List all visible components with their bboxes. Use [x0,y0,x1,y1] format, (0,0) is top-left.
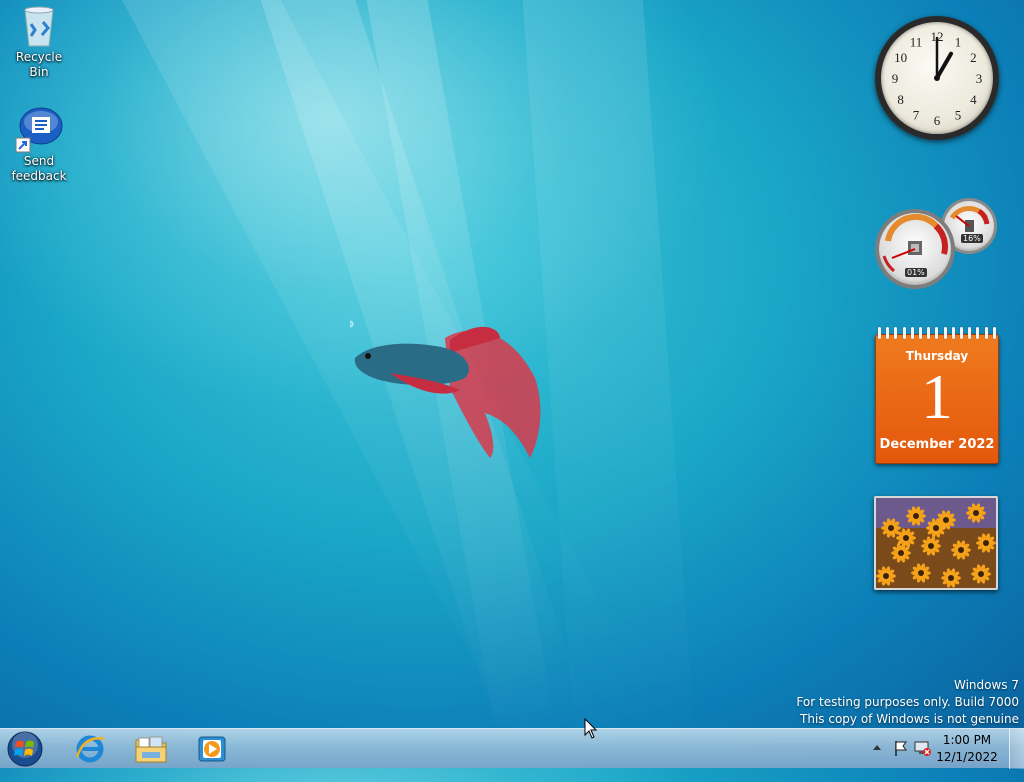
desktop-icon-label: Recycle Bin [15,50,63,79]
network-icon[interactable] [914,739,932,757]
clock-hour-hand [935,51,953,80]
calendar-rings [878,327,996,339]
cpu-gauge [875,209,955,289]
taskbar-clock[interactable]: 1:00 PM 12/1/2022 [932,732,1002,766]
clock-numeral: 1 [955,35,962,50]
clock-numeral: 3 [976,71,983,86]
taskbar-media-player[interactable] [184,731,240,767]
clock-numeral: 7 [913,107,920,122]
show-desktop-button[interactable] [1009,729,1024,769]
clock-numeral: 11 [910,35,923,50]
calendar-date: 1 [921,361,953,432]
internet-explorer-icon [75,735,105,763]
folder-icon [135,736,167,763]
mouse-cursor [584,718,598,739]
memory-percent-label: 16% [961,234,983,243]
desktop-icon-label: Send feedback [11,154,67,183]
taskbar-time: 1:00 PM [942,733,992,747]
taskbar: 1:00 PM 12/1/2022 [0,728,1024,769]
clock-numeral: 5 [955,107,962,122]
desktop-icon-send-feedback[interactable]: Send feedback [3,106,75,184]
calendar-gadget[interactable]: Thursday 1 December 2022 [875,327,999,464]
action-center-flag-icon[interactable] [892,739,910,757]
clock-gadget[interactable]: 12 1 2 3 4 5 6 7 8 9 10 11 [875,16,999,140]
show-hidden-icons-arrow[interactable] [868,739,886,757]
windows-orb-icon [7,731,43,767]
cpu-meter-gadget[interactable]: 16% 01% [874,196,1000,292]
taskbar-date: 12/1/2022 [936,750,998,764]
memory-chip-icon [965,220,974,232]
cpu-percent-label: 01% [905,268,927,277]
clock-face: 12 1 2 3 4 5 6 7 8 9 10 11 [875,16,999,140]
clock-numeral: 9 [892,71,899,86]
orange-flowers-photo [876,498,996,588]
media-player-icon [198,736,226,762]
slideshow-gadget[interactable] [874,496,998,590]
feedback-icon [15,106,63,153]
calendar-month-year: December 2022 [879,437,995,452]
clock-numeral: 4 [970,92,977,107]
clock-numeral: 2 [970,50,977,65]
clock-numeral: 8 [897,92,904,107]
betta-fish-wallpaper [350,320,541,458]
clock-numeral: 6 [934,113,941,128]
watermark-build: For testing purposes only. Build 7000 [796,695,1019,709]
desktop[interactable]: { "desktop": { "icons": [ { "label": "Re… [0,0,1024,782]
system-tray: 1:00 PM 12/1/2022 [854,729,1024,769]
taskbar-windows-explorer[interactable] [123,731,179,767]
recycle-bin-icon [15,2,63,48]
start-button[interactable] [5,730,45,768]
watermark-genuine: This copy of Windows is not genuine [800,712,1019,726]
desktop-icon-recycle-bin[interactable]: Recycle Bin [3,2,75,80]
clock-numeral: 10 [894,50,907,65]
taskbar-internet-explorer[interactable] [62,731,118,767]
watermark-product: Windows 7 [953,678,1019,692]
windows-watermark: Windows 7 For testing purposes only. Bui… [796,677,1019,728]
